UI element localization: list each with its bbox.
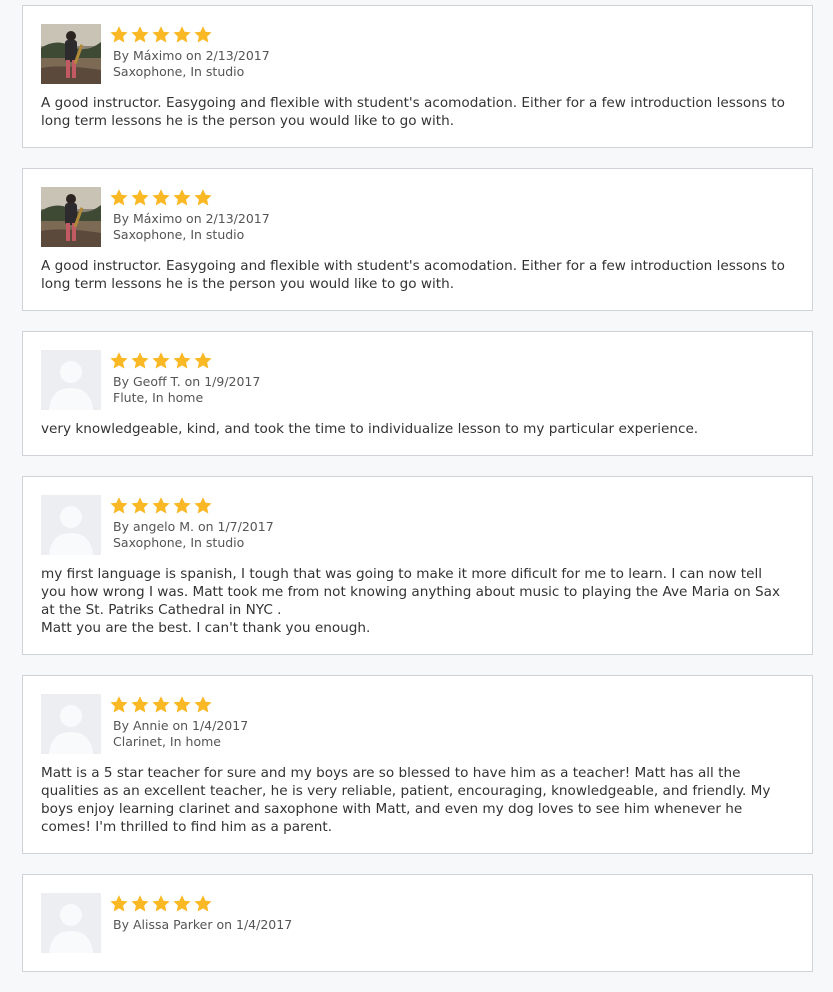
review-meta: By angelo M. on 1/7/2017 Saxophone, In st… xyxy=(109,496,274,551)
review-header: By Alissa Parker on 1/4/2017 xyxy=(41,893,794,954)
star-rating xyxy=(109,188,270,208)
review-paragraph: A good instructor. Easygoing and flexibl… xyxy=(41,95,785,129)
star-icon xyxy=(109,894,129,914)
review-card: By Annie on 1/4/2017 Clarinet, In home Mat… xyxy=(22,675,813,854)
star-rating xyxy=(109,351,260,371)
review-lesson-type: Clarinet, In home xyxy=(113,734,221,749)
review-meta: By Annie on 1/4/2017 Clarinet, In home xyxy=(109,695,248,750)
star-icon xyxy=(130,894,150,914)
star-icon xyxy=(109,188,129,208)
review-byline: By Annie on 1/4/2017 xyxy=(113,718,249,733)
review-text: my first language is spanish, I tough th… xyxy=(41,565,794,637)
placeholder-avatar xyxy=(41,694,101,754)
placeholder-avatar xyxy=(41,495,101,555)
review-card: By Máximo on 2/13/2017 Saxophone, In stud… xyxy=(22,5,813,148)
star-rating xyxy=(109,695,248,715)
review-byline: By Máximo on 2/13/2017 xyxy=(113,48,270,63)
star-icon xyxy=(172,188,192,208)
star-icon xyxy=(172,25,192,45)
review-text: A good instructor. Easygoing and flexibl… xyxy=(41,257,794,293)
star-icon xyxy=(109,695,129,715)
star-icon xyxy=(130,25,150,45)
review-meta: By Máximo on 2/13/2017 Saxophone, In stud… xyxy=(109,25,270,80)
review-meta: By Máximo on 2/13/2017 Saxophone, In stud… xyxy=(109,188,270,243)
review-text: A good instructor. Easygoing and flexibl… xyxy=(41,94,794,130)
star-icon xyxy=(109,25,129,45)
review-lesson-type: Flute, In home xyxy=(113,390,204,405)
review-header: By angelo M. on 1/7/2017 Saxophone, In st… xyxy=(41,495,794,556)
star-icon xyxy=(151,894,171,914)
placeholder-avatar xyxy=(41,893,101,953)
review-paragraph: very knowledgeable, kind, and took the t… xyxy=(41,421,699,437)
review-text: Matt is a 5 star teacher for sure and my… xyxy=(41,764,794,836)
review-card: By Máximo on 2/13/2017 Saxophone, In stud… xyxy=(22,168,813,311)
star-icon xyxy=(130,496,150,516)
review-byline: By Máximo on 2/13/2017 xyxy=(113,211,270,226)
review-paragraph: my first language is spanish, I tough th… xyxy=(41,566,781,618)
placeholder-avatar xyxy=(41,350,101,410)
review-card: By Geoff T. on 1/9/2017 Flute, In home ver… xyxy=(22,331,813,456)
star-icon xyxy=(151,695,171,715)
review-lesson-type: Saxophone, In studio xyxy=(113,64,245,79)
star-icon xyxy=(193,25,213,45)
star-icon xyxy=(193,351,213,371)
review-header: By Annie on 1/4/2017 Clarinet, In home xyxy=(41,694,794,755)
review-paragraph: Matt is a 5 star teacher for sure and my… xyxy=(41,765,771,835)
star-icon xyxy=(130,351,150,371)
star-icon xyxy=(151,25,171,45)
photo-avatar xyxy=(41,187,101,247)
star-icon xyxy=(193,894,213,914)
review-byline: By angelo M. on 1/7/2017 xyxy=(113,519,274,534)
review-paragraph: Matt you are the best. I can't thank you… xyxy=(41,620,371,636)
review-lesson-type: Saxophone, In studio xyxy=(113,227,245,242)
star-icon xyxy=(109,351,129,371)
review-card: By angelo M. on 1/7/2017 Saxophone, In st… xyxy=(22,476,813,655)
star-icon xyxy=(172,351,192,371)
star-icon xyxy=(109,496,129,516)
review-list: By Máximo on 2/13/2017 Saxophone, In stud… xyxy=(22,5,813,992)
star-icon xyxy=(193,496,213,516)
review-lesson-type: Saxophone, In studio xyxy=(113,535,245,550)
star-icon xyxy=(130,695,150,715)
star-icon xyxy=(151,188,171,208)
review-byline: By Alissa Parker on 1/4/2017 xyxy=(113,917,293,932)
review-header: By Geoff T. on 1/9/2017 Flute, In home xyxy=(41,350,794,411)
star-icon xyxy=(172,695,192,715)
star-icon xyxy=(193,695,213,715)
review-card: By Alissa Parker on 1/4/2017 xyxy=(22,874,813,972)
review-meta: By Alissa Parker on 1/4/2017 xyxy=(109,894,292,933)
review-byline: By Geoff T. on 1/9/2017 xyxy=(113,374,261,389)
star-rating xyxy=(109,894,292,914)
star-icon xyxy=(151,496,171,516)
review-header: By Máximo on 2/13/2017 Saxophone, In stud… xyxy=(41,187,794,248)
photo-avatar xyxy=(41,24,101,84)
star-rating xyxy=(109,25,270,45)
star-icon xyxy=(172,894,192,914)
star-icon xyxy=(193,188,213,208)
review-paragraph: A good instructor. Easygoing and flexibl… xyxy=(41,258,785,292)
review-header: By Máximo on 2/13/2017 Saxophone, In stud… xyxy=(41,24,794,85)
star-icon xyxy=(151,351,171,371)
review-meta: By Geoff T. on 1/9/2017 Flute, In home xyxy=(109,351,260,406)
star-rating xyxy=(109,496,274,516)
review-text: very knowledgeable, kind, and took the t… xyxy=(41,420,794,438)
star-icon xyxy=(130,188,150,208)
star-icon xyxy=(172,496,192,516)
